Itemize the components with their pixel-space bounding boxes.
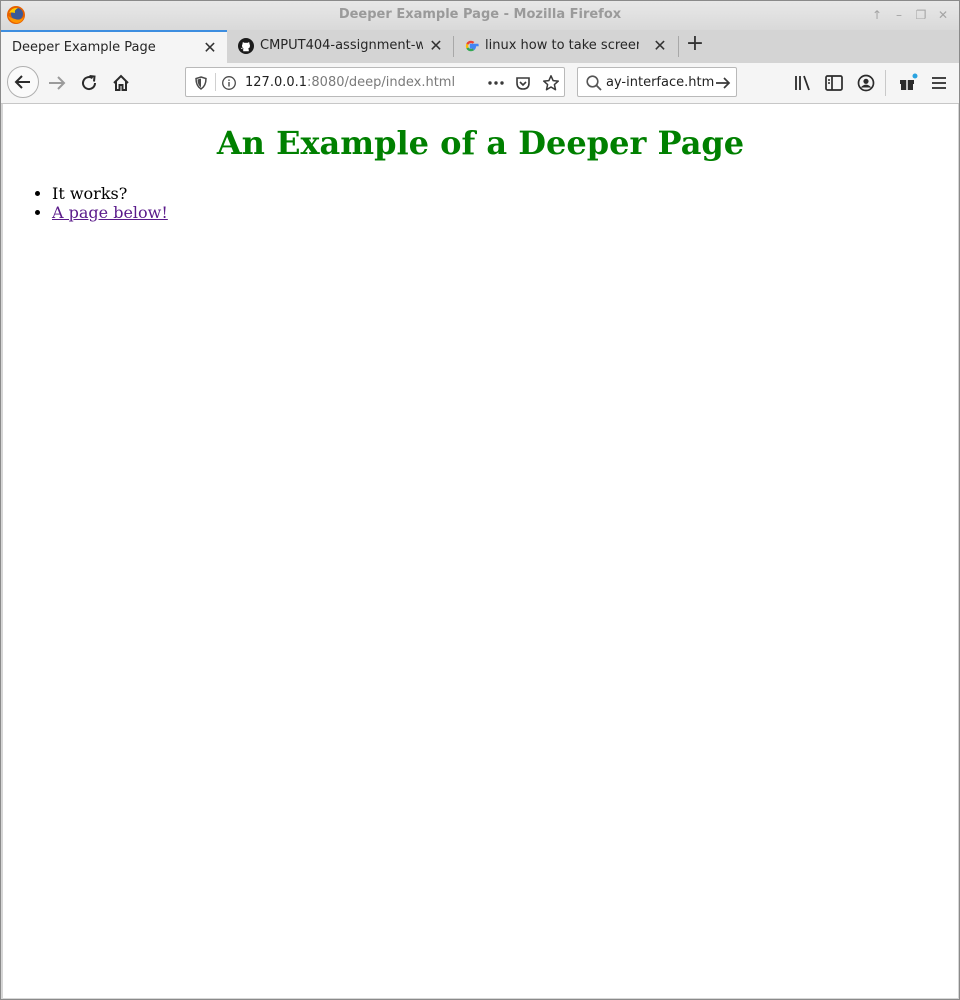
back-button[interactable]	[7, 66, 39, 98]
web-content: An Example of a Deeper Page It works? A …	[3, 104, 958, 998]
page-actions-icon[interactable]	[486, 75, 506, 91]
search-bar[interactable]: ay-interface.htm	[577, 67, 737, 97]
search-icon	[586, 75, 602, 91]
tab-google[interactable]: linux how to take screen a ✕	[455, 30, 677, 63]
page-below-link[interactable]: A page below!	[52, 203, 168, 222]
forward-arrow-icon[interactable]	[45, 71, 69, 95]
url-text[interactable]: 127.0.0.1:8080/deep/index.html	[245, 75, 455, 90]
sidebar-icon[interactable]	[822, 71, 846, 95]
url-host: 127.0.0.1	[245, 75, 308, 90]
url-separator	[215, 73, 216, 91]
github-icon	[238, 38, 254, 54]
home-icon[interactable]	[109, 71, 133, 95]
tab-close-icon[interactable]: ✕	[202, 32, 218, 63]
list-item: It works?	[52, 184, 168, 203]
tab-deeper-example[interactable]: Deeper Example Page ✕	[1, 30, 227, 63]
search-go-arrow-icon[interactable]	[714, 74, 732, 92]
toolbar-separator	[885, 70, 886, 96]
tab-close-icon[interactable]: ✕	[652, 30, 668, 61]
list-item: A page below!	[52, 203, 168, 222]
restore-icon[interactable]: ❐	[913, 7, 929, 23]
list-item-text: It works?	[52, 184, 128, 203]
tab-bar: Deeper Example Page ✕ CMPUT404-assignmen…	[1, 30, 959, 63]
new-tab-icon[interactable]: +	[685, 33, 705, 55]
url-path: :8080/deep/index.html	[307, 75, 456, 90]
search-input[interactable]: ay-interface.htm	[606, 75, 714, 90]
browser-window: Deeper Example Page - Mozilla Firefox ↑ …	[0, 0, 960, 1000]
google-icon	[465, 40, 479, 52]
extensions-gift-icon[interactable]	[895, 71, 919, 95]
pocket-icon[interactable]	[514, 74, 532, 92]
url-bar[interactable]: 127.0.0.1:8080/deep/index.html	[185, 67, 565, 97]
window-title: Deeper Example Page - Mozilla Firefox	[338, 7, 622, 22]
tracking-shield-icon[interactable]	[193, 75, 209, 91]
page-heading: An Example of a Deeper Page	[216, 124, 745, 162]
tab-label: CMPUT404-assignment-w	[260, 38, 423, 53]
tab-separator	[453, 36, 454, 57]
site-info-icon[interactable]	[221, 75, 237, 91]
library-icon[interactable]	[791, 71, 815, 95]
bookmark-star-icon[interactable]	[542, 74, 560, 92]
tab-github[interactable]: CMPUT404-assignment-w ✕	[229, 30, 451, 63]
window-close-icon[interactable]: ✕	[935, 7, 951, 23]
title-bar: Deeper Example Page - Mozilla Firefox ↑ …	[1, 1, 959, 30]
back-arrow-icon	[14, 75, 30, 89]
menu-hamburger-icon[interactable]	[927, 71, 951, 95]
tab-label: linux how to take screen a	[485, 38, 639, 53]
reload-icon[interactable]	[77, 71, 101, 95]
tab-separator	[678, 36, 679, 57]
page-list: It works? A page below!	[19, 184, 168, 222]
tab-label: Deeper Example Page	[12, 40, 156, 55]
tab-close-icon[interactable]: ✕	[428, 30, 444, 61]
window-up-icon[interactable]: ↑	[869, 7, 885, 23]
account-icon[interactable]	[854, 71, 878, 95]
navigation-toolbar: 127.0.0.1:8080/deep/index.html ay-interf…	[1, 63, 959, 104]
minimize-icon[interactable]: –	[891, 7, 907, 23]
